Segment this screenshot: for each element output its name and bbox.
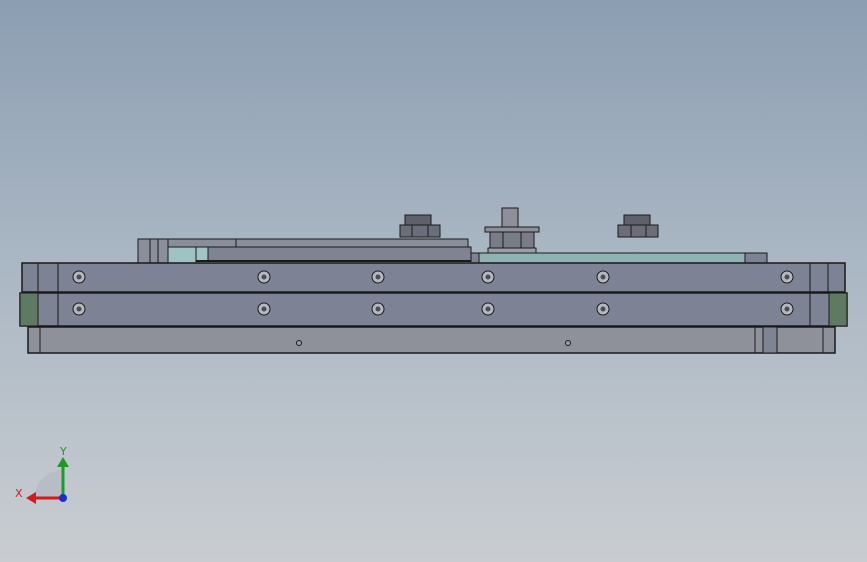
cad-viewport[interactable]: Y X — [0, 0, 867, 562]
screw-icon — [481, 302, 495, 316]
screw-icon — [72, 302, 86, 316]
screw-icon — [257, 270, 271, 284]
base-plate — [27, 326, 836, 354]
x-axis-label: X — [15, 487, 23, 500]
y-axis-arrowhead — [57, 457, 69, 467]
center-stud — [484, 207, 540, 254]
x-axis-arrowhead — [26, 492, 36, 504]
screw-icon — [371, 270, 385, 284]
z-axis-dot — [59, 494, 67, 502]
middle-rail-plate — [19, 292, 848, 327]
top-slide-plate — [167, 238, 476, 262]
hex-nut-right — [617, 214, 659, 238]
screw-icon — [596, 302, 610, 316]
upper-rail-plate — [21, 262, 846, 293]
screw-icon — [371, 302, 385, 316]
coordinate-triad[interactable]: Y X — [15, 445, 69, 504]
triad-plane — [34, 470, 62, 498]
y-axis-label: Y — [59, 445, 67, 458]
assembly-model[interactable] — [19, 207, 848, 354]
screw-icon — [780, 270, 794, 284]
right-cyan-plate — [470, 252, 768, 264]
screw-icon — [596, 270, 610, 284]
screw-icon — [780, 302, 794, 316]
screw-icon — [481, 270, 495, 284]
screw-icon — [72, 270, 86, 284]
screw-icon — [257, 302, 271, 316]
hex-nut-left — [399, 214, 441, 238]
